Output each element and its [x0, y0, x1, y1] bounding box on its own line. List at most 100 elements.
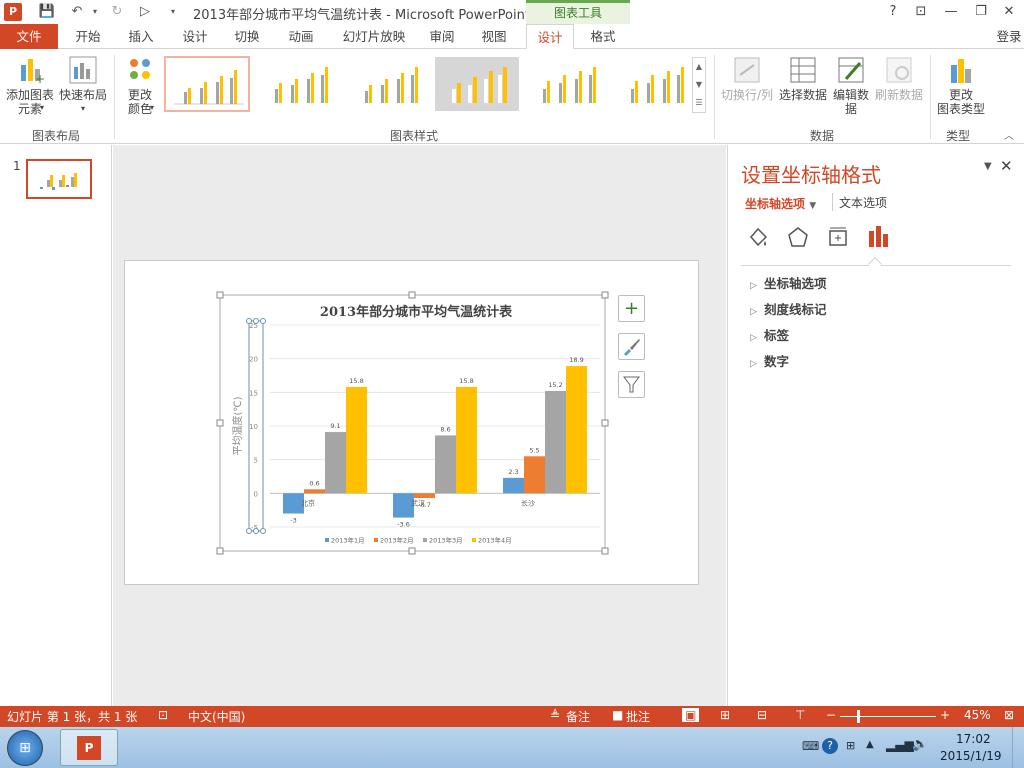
pane-close-icon[interactable]: ✕: [1000, 157, 1013, 175]
chart-elements-button[interactable]: +: [618, 295, 645, 322]
tab-insert[interactable]: 插入: [118, 24, 164, 49]
y-axis-handle[interactable]: [246, 318, 252, 324]
customize-toolbar-icon[interactable]: ▾: [164, 3, 182, 21]
start-slideshow-icon[interactable]: ▷: [136, 3, 154, 21]
effects-icon[interactable]: [786, 225, 810, 252]
comments-button[interactable]: 批注: [626, 708, 650, 725]
tab-design[interactable]: 设计: [172, 24, 218, 49]
bar[interactable]: [456, 386, 477, 494]
slide-sorter-icon[interactable]: ⊞: [720, 708, 730, 722]
zoom-in-icon[interactable]: +: [940, 708, 950, 722]
legend-entry[interactable]: 2013年1月: [331, 536, 365, 545]
fill-line-icon[interactable]: [746, 225, 770, 252]
y-axis-handle[interactable]: [260, 528, 266, 534]
section-labels[interactable]: ▷ 标签: [750, 325, 789, 344]
save-icon[interactable]: 💾: [38, 3, 56, 21]
slideshow-view-icon[interactable]: ⊤: [795, 708, 805, 722]
tab-home[interactable]: 开始: [66, 24, 110, 49]
y-axis-handle[interactable]: [246, 528, 252, 534]
clock-date[interactable]: 2015/1/19: [940, 749, 1002, 763]
bar[interactable]: [503, 477, 524, 494]
start-button[interactable]: ⊞: [7, 730, 43, 766]
tray-icon[interactable]: ⊞: [846, 739, 855, 752]
chart-resize-handle[interactable]: [216, 419, 224, 427]
keyboard-icon[interactable]: ⌨: [802, 739, 819, 753]
notes-button[interactable]: 备注: [566, 708, 590, 725]
help-tray-icon[interactable]: ?: [822, 738, 838, 754]
maximize-icon[interactable]: ❐: [970, 2, 992, 22]
clock-time[interactable]: 17:02: [956, 732, 991, 746]
normal-view-icon[interactable]: ▣: [682, 708, 700, 722]
change-chart-type-button[interactable]: 更改 图表类型: [934, 55, 988, 116]
collapse-ribbon-icon[interactable]: ︿: [1004, 127, 1014, 142]
edit-data-button[interactable]: 编辑数 据: [830, 55, 872, 116]
zoom-level[interactable]: 45%: [964, 708, 991, 722]
chart-resize-handle[interactable]: [216, 547, 224, 555]
undo-icon[interactable]: ↶: [68, 3, 86, 21]
redo-icon[interactable]: ↻: [108, 3, 126, 21]
chart-style-5[interactable]: [524, 56, 610, 112]
chart-style-2[interactable]: [256, 56, 342, 112]
y-axis-title[interactable]: 平均温度(℃): [231, 396, 244, 455]
quick-layout-button[interactable]: 快速布局 ▾: [58, 55, 108, 116]
section-tick-marks[interactable]: ▷ 刻度线标记: [750, 299, 827, 318]
show-desktop-button[interactable]: [1012, 727, 1024, 768]
help-icon[interactable]: ?: [882, 2, 904, 22]
chart-style-1[interactable]: [164, 56, 250, 112]
bar[interactable]: [566, 366, 587, 494]
tab-slideshow[interactable]: 幻灯片放映: [334, 24, 414, 49]
legend-entry[interactable]: 2013年4月: [478, 536, 512, 545]
close-window-icon[interactable]: ✕: [998, 2, 1020, 22]
tab-view[interactable]: 视图: [472, 24, 516, 49]
show-hidden-icons[interactable]: ▲: [866, 739, 874, 750]
chart[interactable]: 2013年部分城市平均气温统计表 2520151050-5 平均温度(℃) -3…: [125, 261, 700, 586]
change-colors-button[interactable]: 更改 颜色 ▾: [118, 55, 162, 116]
bar[interactable]: [346, 386, 367, 494]
chart-style-3[interactable]: [346, 56, 432, 112]
network-icon[interactable]: ▂▄▆: [886, 738, 914, 752]
tab-animations[interactable]: 动画: [278, 24, 324, 49]
chart-resize-handle[interactable]: [601, 419, 609, 427]
tab-text-options[interactable]: 文本选项: [839, 194, 887, 211]
volume-icon[interactable]: 🔈: [912, 737, 928, 752]
language-indicator[interactable]: 中文(中国): [188, 708, 245, 725]
gallery-down-icon[interactable]: ▼: [693, 76, 705, 94]
chart-resize-handle[interactable]: [601, 547, 609, 555]
gallery-more-icon[interactable]: ☰: [693, 94, 705, 112]
select-data-button[interactable]: 选择数据: [776, 55, 830, 102]
axis-options-icon[interactable]: [866, 223, 890, 252]
size-properties-icon[interactable]: [826, 225, 850, 252]
chart-resize-handle[interactable]: [408, 291, 416, 299]
bar[interactable]: [325, 432, 346, 494]
y-axis-handle[interactable]: [253, 318, 259, 324]
tab-file[interactable]: 文件: [0, 24, 58, 49]
undo-dropdown-icon[interactable]: ▾: [86, 3, 104, 21]
reading-view-icon[interactable]: ⊟: [757, 708, 767, 722]
chart-style-6[interactable]: [612, 56, 698, 112]
y-axis-handle[interactable]: [253, 528, 259, 534]
chart-resize-handle[interactable]: [408, 547, 416, 555]
login-link[interactable]: 登录: [994, 24, 1024, 49]
y-axis-handle[interactable]: [260, 318, 266, 324]
legend-entry[interactable]: 2013年2月: [380, 536, 414, 545]
chart-filters-button[interactable]: [618, 371, 645, 398]
tab-review[interactable]: 审阅: [420, 24, 464, 49]
bar[interactable]: [524, 456, 545, 494]
gallery-scroll[interactable]: ▲ ▼ ☰: [692, 57, 706, 113]
tab-transitions[interactable]: 切换: [224, 24, 270, 49]
bar[interactable]: [414, 493, 435, 499]
bar[interactable]: [304, 489, 325, 494]
slide-canvas[interactable]: 2013年部分城市平均气温统计表 25 20 15 10 5 0 -5 平均温度(℃) -3…: [124, 260, 699, 585]
bar[interactable]: [435, 435, 456, 494]
fit-to-window-icon[interactable]: ⊠: [1004, 708, 1014, 722]
chart-resize-handle[interactable]: [216, 291, 224, 299]
comments-icon[interactable]: ■: [612, 708, 623, 722]
notes-icon[interactable]: ≜: [550, 708, 560, 722]
chart-resize-handle[interactable]: [601, 291, 609, 299]
refresh-data-button[interactable]: 刷新数据: [872, 55, 926, 102]
legend-entry[interactable]: 2013年3月: [429, 536, 463, 545]
zoom-slider-thumb[interactable]: [857, 710, 860, 723]
bar[interactable]: [545, 390, 566, 494]
taskbar-powerpoint-button[interactable]: P: [60, 729, 118, 766]
zoom-slider[interactable]: [840, 716, 936, 717]
